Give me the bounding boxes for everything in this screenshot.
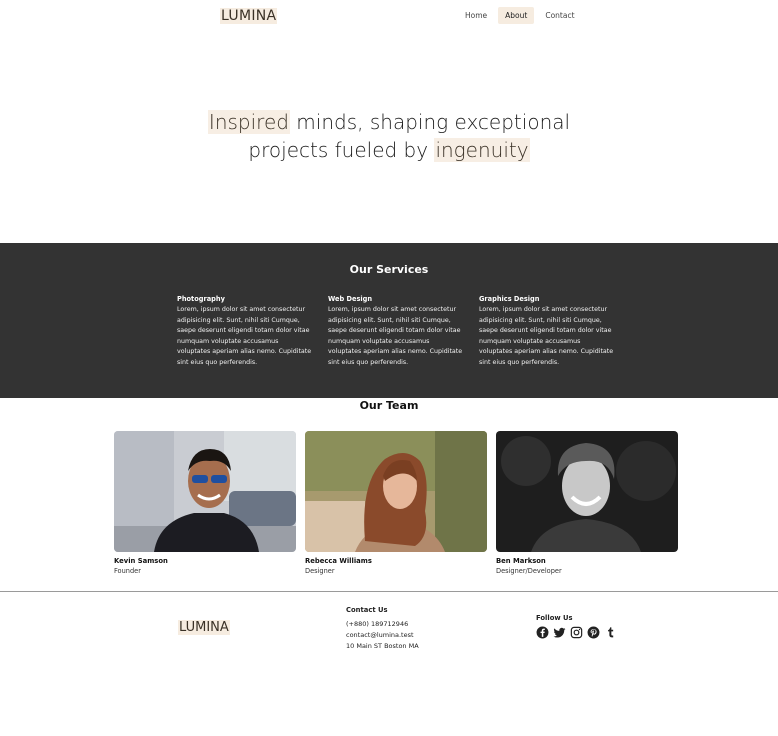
team-member-card: Rebecca Williams Designer xyxy=(305,431,487,575)
service-card-graphics-design: Graphics Design Lorem, ipsum dolor sit a… xyxy=(479,295,614,369)
hero-text-1: minds, shaping exceptional xyxy=(289,110,571,134)
service-text: Lorem, ipsum dolor sit amet consectetur … xyxy=(177,306,312,366)
member-role: Designer/Developer xyxy=(496,567,562,575)
service-title: Graphics Design xyxy=(479,295,540,303)
follow-title: Follow Us xyxy=(536,614,573,622)
pinterest-icon[interactable] xyxy=(587,626,600,639)
twitter-icon[interactable] xyxy=(553,626,566,639)
contact-block: Contact Us (+880) 189712946 contact@lumi… xyxy=(346,605,419,652)
service-text: Lorem, ipsum dolor sit amet consectetur … xyxy=(479,306,614,366)
member-photo-kevin xyxy=(114,431,296,552)
footer-logo-text: LUMINA xyxy=(178,620,230,635)
team-member-card: Kevin Samson Founder xyxy=(114,431,296,575)
hero-line-1: Inspired minds, shaping exceptional xyxy=(0,108,778,136)
nav-about[interactable]: About xyxy=(498,7,535,24)
hero-text-2: projects fueled by xyxy=(248,138,435,162)
team-title: Our Team xyxy=(359,399,419,412)
tumblr-icon[interactable] xyxy=(604,626,617,639)
footer-divider xyxy=(0,591,778,592)
contact-title: Contact Us xyxy=(346,606,388,614)
contact-email[interactable]: contact@lumina.test xyxy=(346,630,419,641)
hero-line-2: projects fueled by ingenuity xyxy=(0,136,778,164)
follow-block: Follow Us xyxy=(536,614,617,639)
member-photo-rebecca xyxy=(305,431,487,552)
services-grid: Photography Lorem, ipsum dolor sit amet … xyxy=(177,295,614,369)
member-role: Founder xyxy=(114,567,141,575)
footer-logo[interactable]: LUMINA xyxy=(178,620,230,635)
social-links xyxy=(536,626,617,639)
contact-address: 10 Main ST Boston MA xyxy=(346,642,419,650)
nav-contact[interactable]: Contact xyxy=(538,7,581,24)
services-section: Our Services Photography Lorem, ipsum do… xyxy=(0,243,778,398)
member-name: Kevin Samson xyxy=(114,557,168,565)
service-card-photography: Photography Lorem, ipsum dolor sit amet … xyxy=(177,295,312,369)
team-grid: Kevin Samson Founder Rebecca Williams De… xyxy=(114,431,678,575)
hero-highlight-inspired: Inspired xyxy=(207,110,290,134)
logo-text: LUMINA xyxy=(220,8,278,24)
main-nav: Home About Contact xyxy=(458,7,582,24)
contact-phone[interactable]: (+880) 189712946 xyxy=(346,619,419,630)
hero-heading: Inspired minds, shaping exceptional proj… xyxy=(0,108,778,164)
member-name: Ben Markson xyxy=(496,557,546,565)
facebook-icon[interactable] xyxy=(536,626,549,639)
member-name: Rebecca Williams xyxy=(305,557,372,565)
member-role: Designer xyxy=(305,567,335,575)
service-card-web-design: Web Design Lorem, ipsum dolor sit amet c… xyxy=(328,295,463,369)
nav-home[interactable]: Home xyxy=(458,7,494,24)
team-member-card: Ben Markson Designer/Developer xyxy=(496,431,678,575)
service-title: Web Design xyxy=(328,295,373,303)
member-photo-ben xyxy=(496,431,678,552)
service-text: Lorem, ipsum dolor sit amet consectetur … xyxy=(328,306,463,366)
top-navbar: LUMINA Home About Contact xyxy=(0,0,778,32)
instagram-icon[interactable] xyxy=(570,626,583,639)
service-title: Photography xyxy=(177,295,225,303)
services-title: Our Services xyxy=(349,263,429,276)
site-logo[interactable]: LUMINA xyxy=(220,8,278,24)
hero-highlight-ingenuity: ingenuity xyxy=(434,138,530,162)
